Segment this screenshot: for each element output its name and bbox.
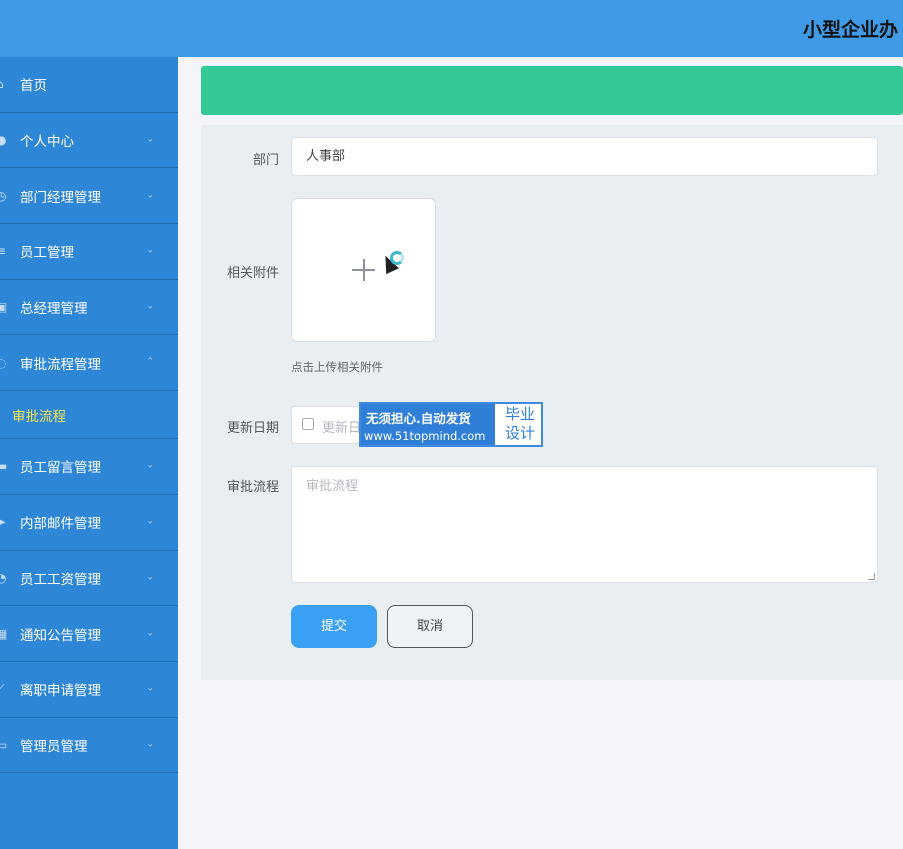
sidebar-item-internal-mail[interactable]: ➤ 内部邮件管理 ⌄ xyxy=(0,495,178,551)
date-placeholder: 更新日 xyxy=(322,421,362,436)
sidebar-item-label: 部门经理管理 xyxy=(20,189,101,206)
chevron-down-icon: ⌄ xyxy=(146,515,155,527)
department-input[interactable]: 人事部 xyxy=(291,137,878,176)
sidebar-item-admin[interactable]: ▭ 管理员管理 ⌄ xyxy=(0,718,178,774)
chevron-down-icon: ⌄ xyxy=(146,682,155,694)
department-label: 部门 xyxy=(252,153,279,168)
sidebar-item-dept-manager[interactable]: ◷ 部门经理管理 ⌄ xyxy=(0,168,178,225)
sidebar: ⌂ 首页 ● 个人中心 ⌄ ◷ 部门经理管理 ⌄ ≡ 员工管理 ⌄ ▣ 总经理管… xyxy=(0,57,178,849)
chevron-down-icon: ⌄ xyxy=(146,244,155,256)
watermark-left: 无须担心.自动发货 www.51topmind.com xyxy=(361,404,495,445)
sidebar-item-label: 个人中心 xyxy=(20,134,74,151)
sidebar-item-messages[interactable]: ▬ 员工留言管理 ⌄ xyxy=(0,439,178,495)
calendar-icon xyxy=(302,418,314,430)
watermark-right-line1: 毕业 xyxy=(504,405,535,423)
top-header: 小型企业办 xyxy=(0,0,903,57)
sidebar-item-label: 员工工资管理 xyxy=(20,571,101,588)
chevron-down-icon: ⌄ xyxy=(146,189,155,201)
sidebar-item-resignation[interactable]: ⟋ 离职申请管理 ⌄ xyxy=(0,662,178,718)
sidebar-item-personal-center[interactable]: ● 个人中心 ⌄ xyxy=(0,113,178,169)
sidebar-item-label: 员工留言管理 xyxy=(20,460,101,477)
sidebar-item-employee[interactable]: ≡ 员工管理 ⌄ xyxy=(0,224,178,280)
card-icon: ▭ xyxy=(0,737,8,752)
submit-button[interactable]: 提交 xyxy=(291,605,377,648)
sidebar-item-label: 总经理管理 xyxy=(20,301,88,318)
sidebar-item-salary[interactable]: ◔ 员工工资管理 ⌄ xyxy=(0,551,178,607)
watermark-banner: 无须担心.自动发货 www.51topmind.com 毕业 设计 xyxy=(359,402,543,447)
upload-box[interactable] xyxy=(291,198,436,342)
chart-icon: ⟋ xyxy=(0,682,5,697)
chevron-down-icon: ⌄ xyxy=(146,459,155,471)
sidebar-item-label: 员工管理 xyxy=(20,245,74,262)
flow-placeholder: 审批流程 xyxy=(306,479,359,494)
flow-icon: ◌ xyxy=(0,355,7,370)
power-icon: ◔ xyxy=(0,570,7,585)
upload-hint: 点击上传相关附件 xyxy=(291,360,383,374)
watermark-right-line2: 设计 xyxy=(504,424,535,442)
chevron-up-icon: ⌃ xyxy=(146,356,155,368)
sidebar-item-home[interactable]: ⌂ 首页 xyxy=(0,57,178,113)
sidebar-item-label: 内部邮件管理 xyxy=(20,516,101,533)
grid-icon: ▦ xyxy=(0,626,8,641)
chevron-down-icon: ⌄ xyxy=(146,626,155,638)
resize-handle-icon[interactable] xyxy=(868,573,875,580)
monitor-icon: ▬ xyxy=(0,459,8,474)
sidebar-item-label: 管理员管理 xyxy=(20,738,88,755)
list-icon: ≡ xyxy=(0,244,7,259)
chevron-down-icon: ⌄ xyxy=(146,133,155,145)
cancel-button[interactable]: 取消 xyxy=(387,605,473,648)
sidebar-subitem-approval-flow[interactable]: 审批流程 xyxy=(0,391,178,440)
loading-spinner-icon xyxy=(390,251,404,265)
app-title: 小型企业办 xyxy=(803,19,899,41)
user-icon: ● xyxy=(0,133,7,148)
page-banner xyxy=(201,66,903,115)
send-icon: ➤ xyxy=(0,515,7,530)
sidebar-item-label: 通知公告管理 xyxy=(20,627,101,644)
date-picker[interactable]: 更新日 xyxy=(291,406,363,444)
sidebar-item-notices[interactable]: ▦ 通知公告管理 ⌄ xyxy=(0,606,178,662)
chevron-down-icon: ⌄ xyxy=(146,571,155,583)
chevron-down-icon: ⌄ xyxy=(146,738,155,750)
chevron-down-icon: ⌄ xyxy=(146,300,155,312)
watermark-right: 毕业 设计 xyxy=(499,405,541,443)
flow-label: 审批流程 xyxy=(226,480,279,495)
sidebar-item-general-manager[interactable]: ▣ 总经理管理 ⌄ xyxy=(0,280,178,336)
sidebar-item-label: 首页 xyxy=(20,78,47,95)
sidebar-item-label: 离职申请管理 xyxy=(20,683,101,700)
sidebar-item-label: 审批流程管理 xyxy=(20,356,101,373)
sidebar-item-label: 审批流程 xyxy=(12,408,66,425)
watermark-line1: 无须担心.自动发货 xyxy=(366,411,471,426)
attachment-label: 相关附件 xyxy=(226,266,279,281)
flow-textarea[interactable]: 审批流程 xyxy=(291,466,878,583)
clock-icon: ◷ xyxy=(0,188,7,203)
badge-icon: ▣ xyxy=(0,300,8,315)
home-icon: ⌂ xyxy=(0,77,10,91)
watermark-line2: www.51topmind.com xyxy=(364,429,486,443)
date-label: 更新日期 xyxy=(226,421,279,436)
sidebar-item-approval-flow-mgmt[interactable]: ◌ 审批流程管理 ⌃ xyxy=(0,335,178,392)
